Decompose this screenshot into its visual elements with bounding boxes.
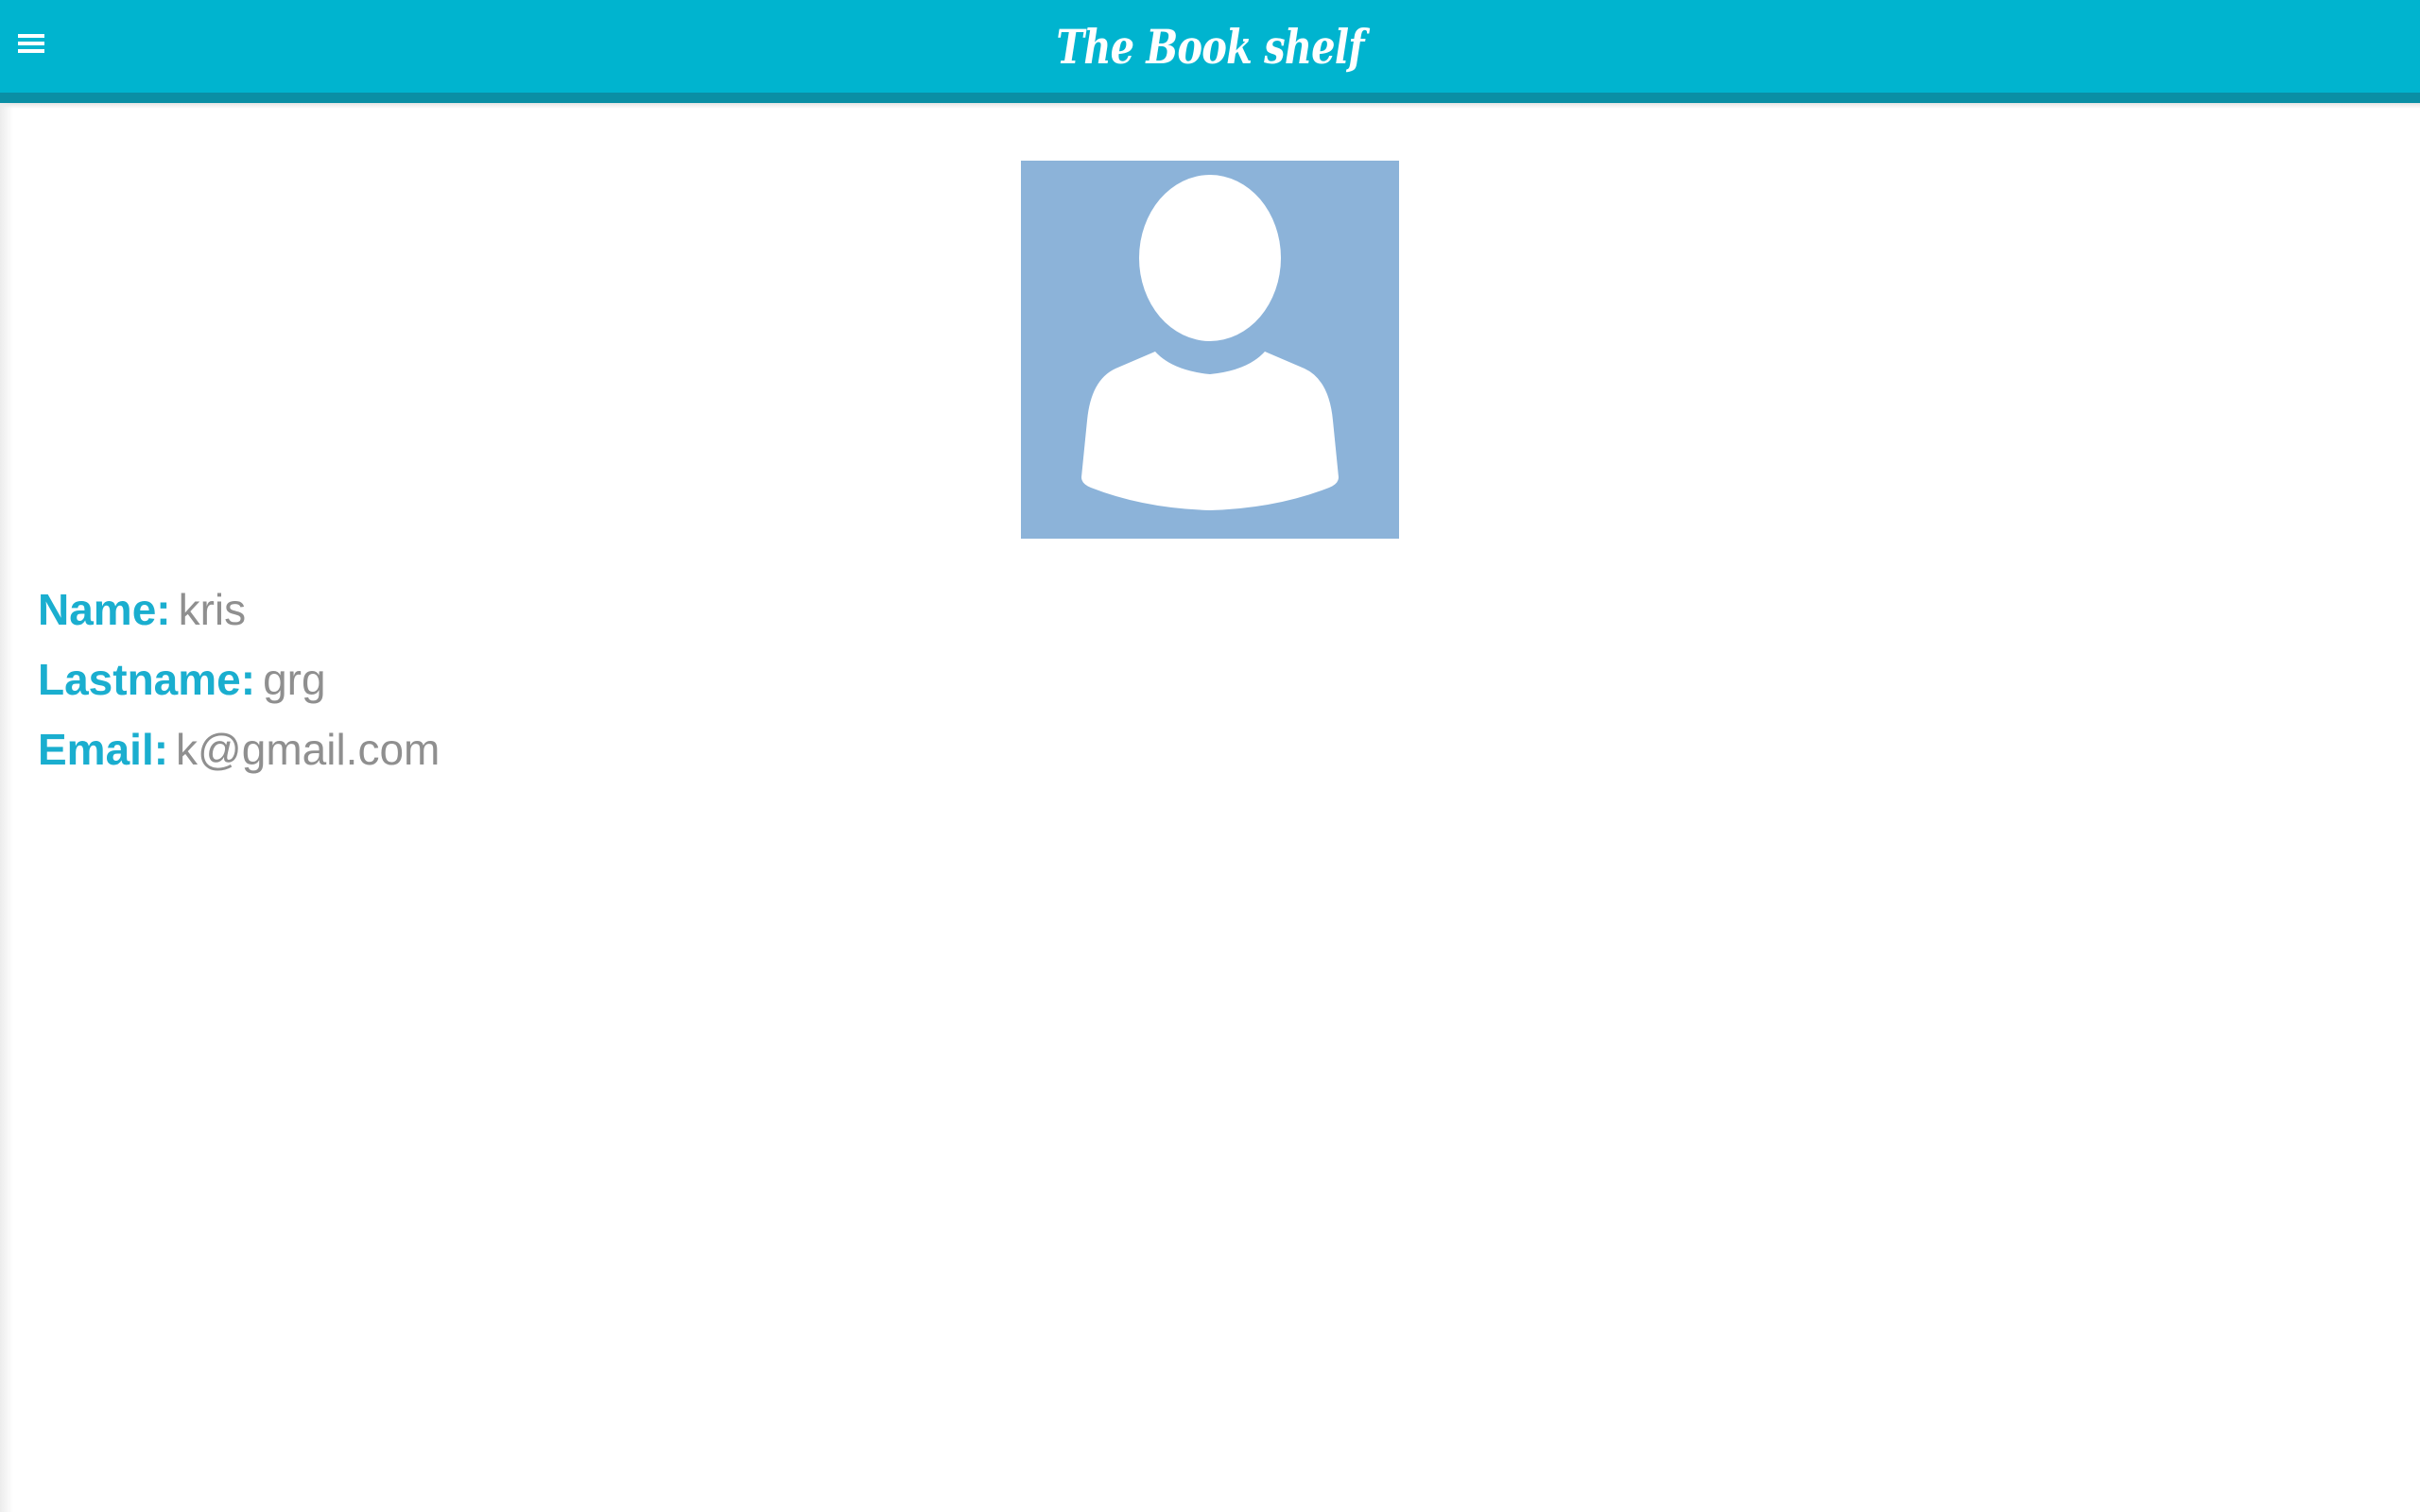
name-label: Name: (38, 585, 171, 634)
lastname-value: grg (263, 655, 326, 704)
email-row: Email: k@gmail.com (38, 718, 440, 788)
lastname-row: Lastname: grg (38, 648, 440, 718)
name-value: kris (178, 585, 247, 634)
user-silhouette-icon (1081, 175, 1339, 510)
hamburger-menu-icon (18, 34, 44, 53)
menu-button[interactable] (13, 28, 51, 62)
app-title: The Book shelf (1056, 19, 1364, 75)
email-label: Email: (38, 725, 169, 774)
avatar (1021, 161, 1399, 539)
name-row: Name: kris (38, 578, 440, 648)
top-app-bar-border (0, 93, 2420, 103)
sidebar-edge-shadow (0, 103, 13, 1512)
email-value: k@gmail.com (176, 725, 441, 774)
lastname-label: Lastname: (38, 655, 256, 704)
profile-info: Name: kris Lastname: grg Email: k@gmail.com (38, 578, 440, 788)
top-app-bar-shadow (0, 103, 2420, 109)
profile-page: The Book shelf Name: kris Lastname: grg Em… (0, 0, 2420, 1512)
